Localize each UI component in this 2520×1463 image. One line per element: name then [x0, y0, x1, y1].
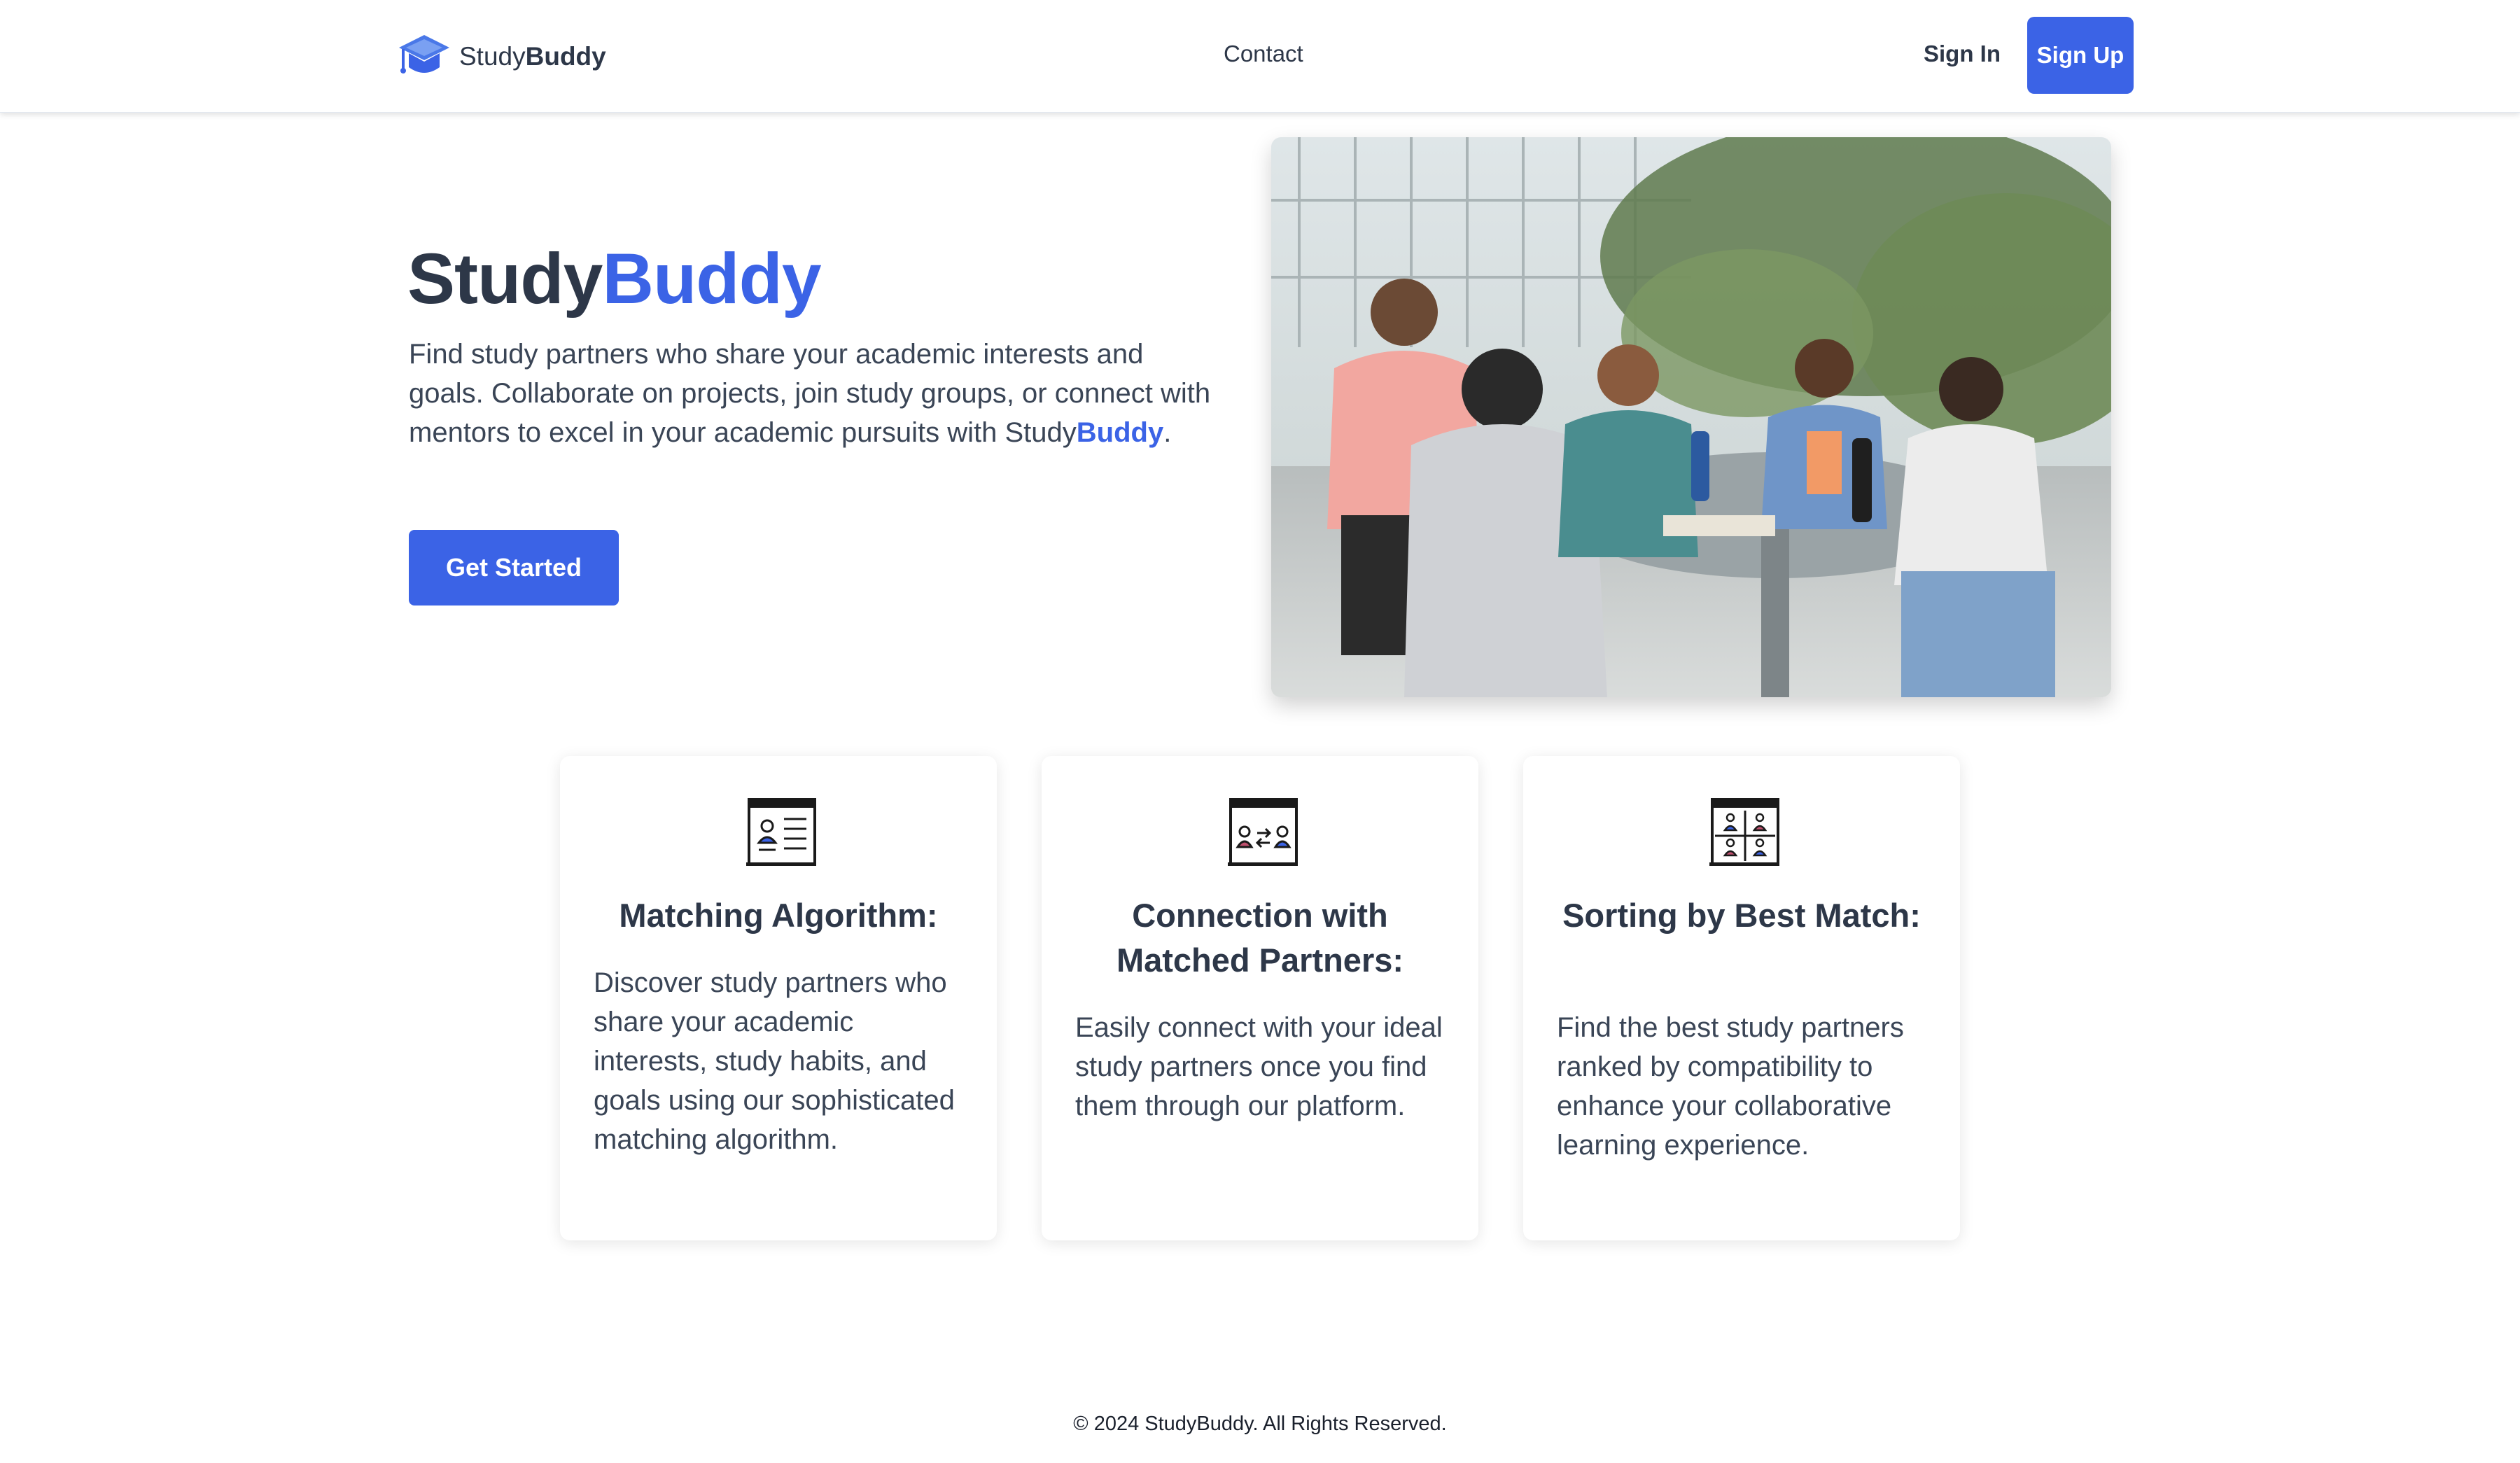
feature-title: Sorting by Best Match:: [1562, 897, 1921, 934]
feature-text: Easily connect with your ideal study par…: [1075, 1012, 1443, 1121]
feature-title: Matching Algorithm:: [619, 897, 938, 934]
brand-name-bold: Buddy: [525, 42, 606, 71]
sign-up-button[interactable]: Sign Up: [2027, 17, 2134, 94]
feature-text: Find the best study partners ranked by c…: [1557, 1012, 1904, 1161]
hero-title: StudyBuddy: [407, 238, 822, 320]
hero-title-regular: Study: [407, 239, 603, 318]
get-started-button[interactable]: Get Started: [409, 530, 619, 606]
brand-name: StudyBuddy: [459, 42, 606, 71]
hero-desc-brand-regular: Study: [1004, 417, 1077, 448]
connect-people-icon: [1228, 798, 1298, 866]
hero-desc-end: .: [1163, 417, 1172, 448]
students-photo-illustration: [1271, 137, 2111, 697]
footer-copyright: © 2024 StudyBuddy. All Rights Reserved.: [1073, 1413, 1447, 1435]
feature-card-matching: Matching Algorithm: Discover study partn…: [560, 756, 997, 1240]
graduation-cap-icon: [399, 35, 449, 74]
feature-title: Connection with Matched Partners:: [1116, 897, 1404, 979]
feature-card-connection: Connection with Matched Partners: Easily…: [1042, 756, 1478, 1240]
feature-text: Discover study partners who share your a…: [594, 967, 955, 1155]
profile-list-icon: [746, 798, 816, 866]
nav-link-contact[interactable]: Contact: [1224, 41, 1303, 67]
feature-card-sorting: Sorting by Best Match: Find the best stu…: [1523, 756, 1960, 1240]
sign-in-link[interactable]: Sign In: [1924, 41, 2001, 67]
brand-name-regular: Study: [459, 42, 526, 71]
hero-title-accent: Buddy: [602, 239, 821, 318]
hero-desc-brand-accent: Buddy: [1076, 417, 1164, 448]
brand-logo-link[interactable]: StudyBuddy: [398, 32, 606, 81]
top-navbar: StudyBuddy Contact Sign In Sign Up: [0, 0, 2520, 113]
people-grid-icon: [1709, 798, 1779, 866]
hero-photo-students: [1271, 137, 2111, 697]
hero-description: Find study partners who share your acade…: [409, 335, 1221, 452]
